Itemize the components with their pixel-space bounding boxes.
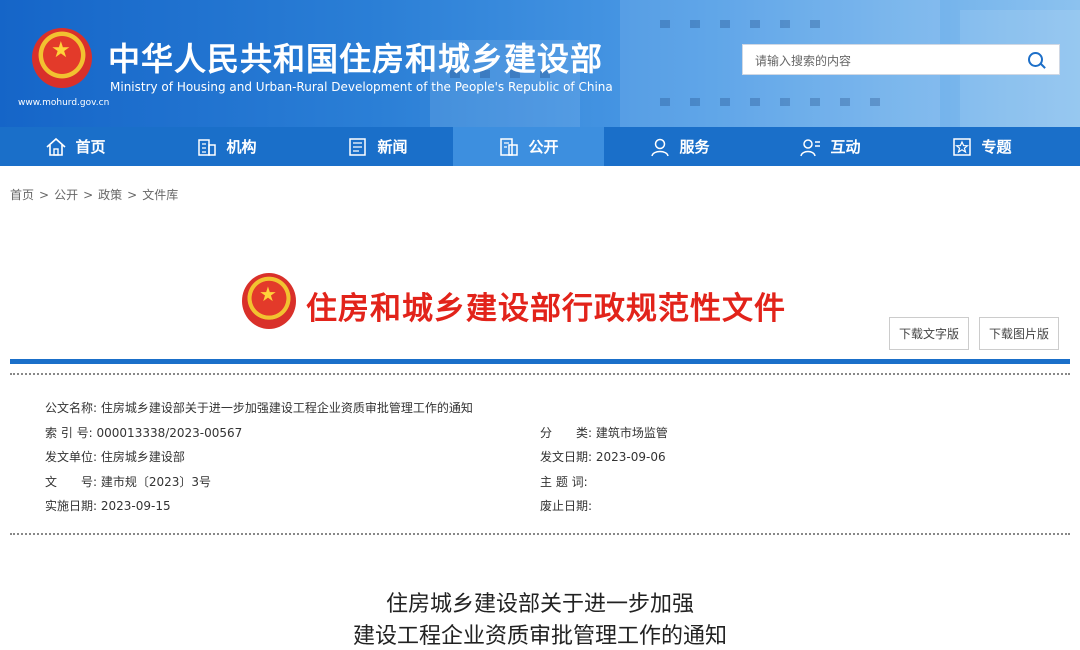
nav-label: 专题	[981, 138, 1012, 156]
meta-label: 分 类:	[540, 426, 593, 440]
nav-item-public[interactable]: 公开	[453, 127, 604, 166]
meta-value: 住房城乡建设部关于进一步加强建设工程企业资质审批管理工作的通知	[100, 401, 473, 415]
main-nav: 首页 机构 新闻 公开 服务 互动 专题	[0, 127, 1080, 166]
breadcrumb: 首页 > 公开 > 政策 > 文件库	[10, 186, 178, 203]
national-emblem-logo[interactable]: ★	[32, 28, 92, 88]
interaction-icon	[800, 137, 822, 157]
service-icon	[649, 137, 671, 157]
nav-item-organization[interactable]: 机构	[151, 127, 302, 166]
meta-value: 建筑市场监管	[595, 426, 668, 440]
divider-dotted	[10, 373, 1070, 375]
nav-label: 公开	[528, 138, 559, 156]
breadcrumb-separator: >	[127, 188, 138, 202]
nav-label: 互动	[830, 138, 861, 156]
search-box	[742, 44, 1060, 76]
home-icon	[45, 137, 67, 157]
search-icon[interactable]	[1028, 52, 1043, 67]
nav-label: 服务	[679, 138, 710, 156]
nav-item-news[interactable]: 新闻	[302, 127, 453, 166]
meta-value: 2023-09-15	[100, 499, 171, 513]
news-icon	[347, 137, 369, 157]
site-url: www.mohurd.gov.cn	[18, 98, 110, 108]
download-image-button[interactable]: 下载图片版	[979, 317, 1059, 350]
breadcrumb-policy[interactable]: 政策	[98, 188, 122, 202]
divider-blue	[10, 359, 1070, 364]
search-input[interactable]	[753, 45, 1017, 76]
meta-label: 实施日期:	[45, 499, 98, 513]
nav-item-interaction[interactable]: 互动	[755, 127, 906, 166]
nav-item-service[interactable]: 服务	[604, 127, 755, 166]
nav-item-home[interactable]: 首页	[0, 127, 151, 166]
breadcrumb-library[interactable]: 文件库	[142, 188, 178, 202]
document-series-heading: 住房和城乡建设部行政规范性文件	[306, 291, 786, 327]
meta-expiry-date: 废止日期:	[540, 497, 592, 514]
meta-effective-date: 实施日期: 2023-09-15	[45, 497, 171, 514]
breadcrumb-public[interactable]: 公开	[54, 188, 78, 202]
meta-index-number: 索 引 号: 000013338/2023-00567	[45, 424, 242, 441]
nav-label: 机构	[226, 138, 257, 156]
divider-dotted	[10, 533, 1070, 535]
nav-label: 首页	[75, 138, 106, 156]
nav-label: 新闻	[377, 138, 408, 156]
meta-value: 2023-09-06	[595, 450, 666, 464]
meta-label: 索 引 号:	[45, 426, 93, 440]
breadcrumb-separator: >	[39, 188, 50, 202]
meta-document-number: 文 号: 建市规〔2023〕3号	[45, 473, 211, 490]
meta-label: 主 题 词:	[540, 475, 588, 489]
meta-value: 000013338/2023-00567	[96, 426, 243, 440]
site-subtitle: Ministry of Housing and Urban-Rural Deve…	[110, 80, 613, 94]
site-title[interactable]: 中华人民共和国住房和城乡建设部	[108, 34, 603, 80]
meta-document-name: 公文名称: 住房城乡建设部关于进一步加强建设工程企业资质审批管理工作的通知	[45, 399, 473, 416]
meta-value: 住房城乡建设部	[100, 450, 185, 464]
meta-label: 发文单位:	[45, 450, 98, 464]
meta-category: 分 类: 建筑市场监管	[540, 424, 668, 441]
meta-label: 文 号:	[45, 475, 98, 489]
meta-label: 发文日期:	[540, 450, 593, 464]
meta-keywords: 主 题 词:	[540, 473, 588, 490]
topic-icon	[951, 137, 973, 157]
document-emblem-logo: ★	[242, 273, 296, 329]
document-title-line: 住房城乡建设部关于进一步加强	[385, 592, 694, 617]
meta-label: 废止日期:	[540, 499, 593, 513]
meta-issue-date: 发文日期: 2023-09-06	[540, 448, 666, 465]
meta-issuer: 发文单位: 住房城乡建设部	[45, 448, 185, 465]
breadcrumb-separator: >	[83, 188, 94, 202]
header-banner: ★ 中华人民共和国住房和城乡建设部 Ministry of Housing an…	[0, 0, 1080, 127]
breadcrumb-home[interactable]: 首页	[10, 188, 34, 202]
meta-label: 公文名称:	[45, 401, 98, 415]
document-icon	[498, 137, 520, 157]
document-title-line: 建设工程企业资质审批管理工作的通知	[352, 624, 727, 649]
nav-item-topic[interactable]: 专题	[906, 127, 1057, 166]
meta-value: 建市规〔2023〕3号	[100, 475, 212, 489]
download-text-button[interactable]: 下载文字版	[889, 317, 969, 350]
building-icon	[196, 137, 218, 157]
